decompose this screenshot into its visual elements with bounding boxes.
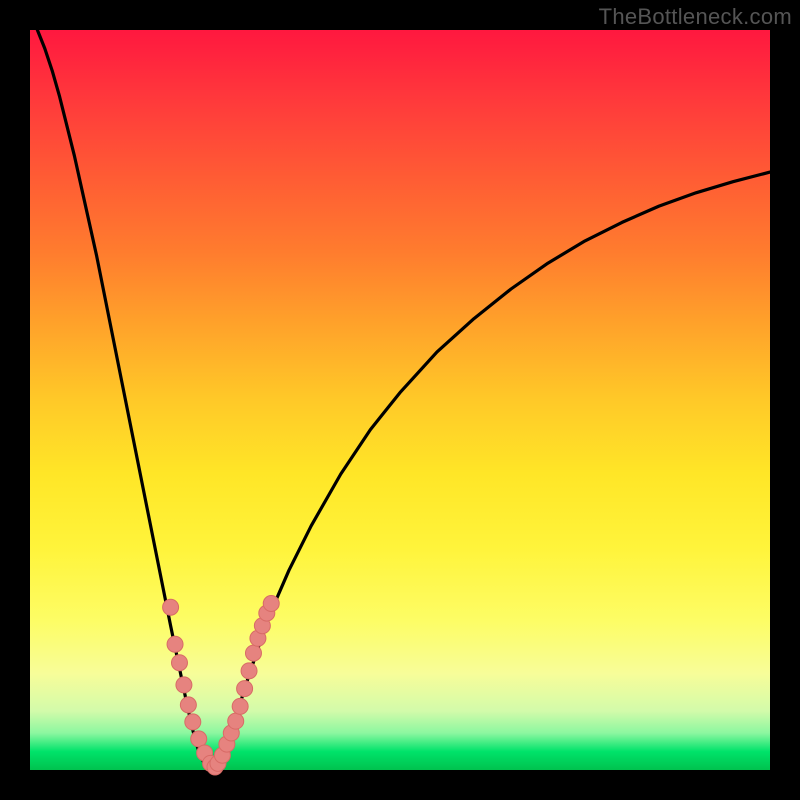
curve-marker	[176, 677, 192, 693]
curve-marker	[228, 713, 244, 729]
plot-area	[30, 30, 770, 770]
curve-marker	[167, 636, 183, 652]
curve-marker	[171, 655, 187, 671]
curve-marker	[263, 596, 279, 612]
curve-marker	[185, 714, 201, 730]
curve-marker	[163, 599, 179, 615]
watermark-text: TheBottleneck.com	[599, 4, 792, 30]
curve-markers	[163, 596, 280, 776]
curve-marker	[245, 645, 261, 661]
chart-container: TheBottleneck.com	[0, 0, 800, 800]
bottleneck-curve	[37, 30, 770, 770]
curve-marker	[232, 698, 248, 714]
curve-marker	[241, 663, 257, 679]
curve-marker	[180, 697, 196, 713]
curve-layer	[30, 30, 770, 770]
curve-marker	[237, 681, 253, 697]
